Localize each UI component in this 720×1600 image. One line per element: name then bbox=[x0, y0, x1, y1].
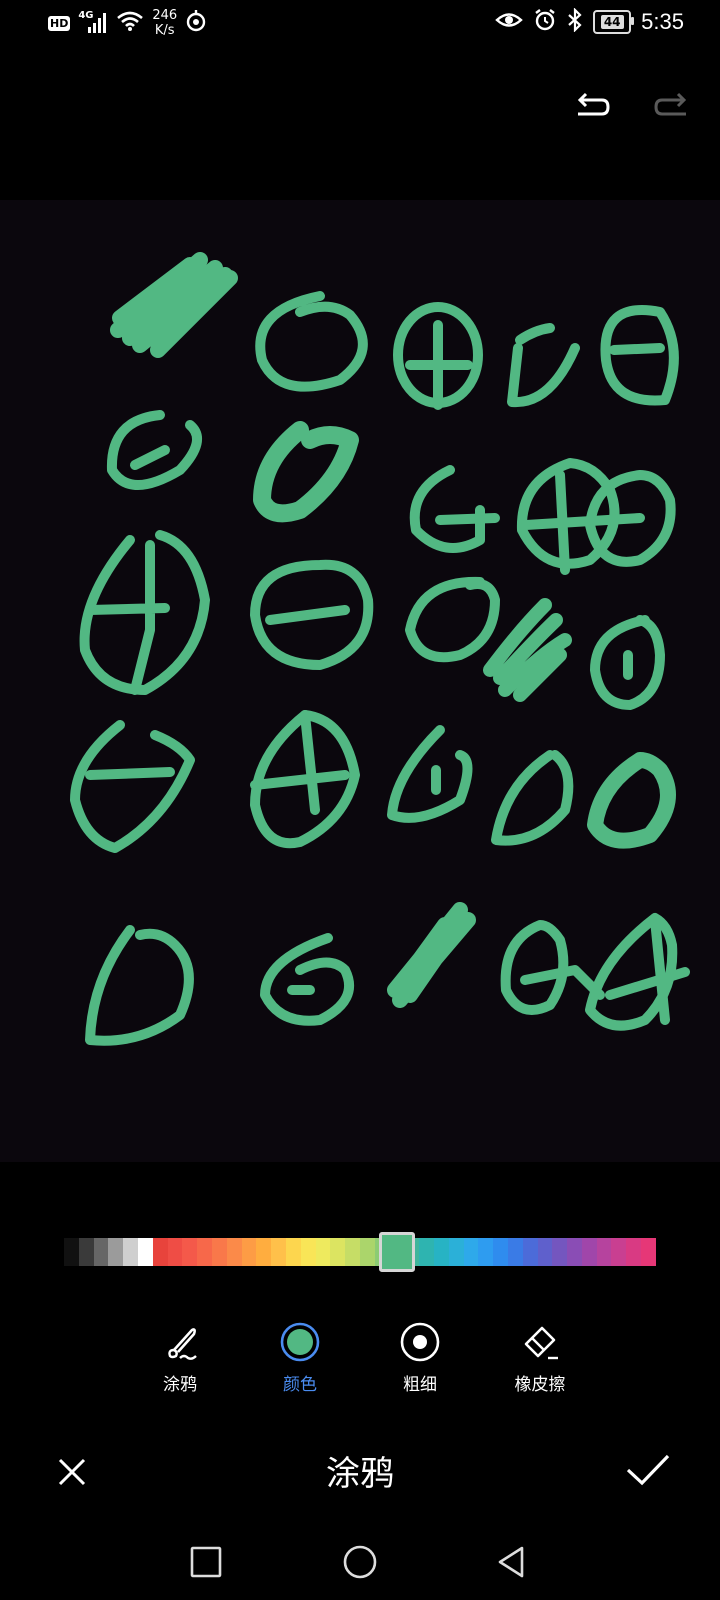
thickness-icon bbox=[400, 1322, 440, 1362]
color-swatch[interactable] bbox=[507, 1238, 523, 1266]
tool-eraser-label: 橡皮擦 bbox=[514, 1375, 566, 1395]
tool-doodle[interactable]: 涂鸦 bbox=[135, 1320, 225, 1395]
color-swatch[interactable] bbox=[359, 1238, 375, 1266]
color-swatch[interactable] bbox=[167, 1238, 183, 1266]
clock: 5:35 bbox=[641, 9, 684, 34]
color-swatch[interactable] bbox=[448, 1238, 464, 1266]
color-swatch[interactable] bbox=[315, 1238, 331, 1266]
color-swatch[interactable] bbox=[182, 1238, 198, 1266]
color-swatch[interactable] bbox=[567, 1238, 582, 1266]
eraser-icon bbox=[524, 1326, 558, 1360]
net-speed-unit: K/s bbox=[154, 23, 175, 38]
palette-selector[interactable] bbox=[379, 1232, 415, 1272]
hotspot-icon bbox=[185, 10, 207, 36]
check-icon bbox=[626, 1454, 670, 1486]
hd-badge: HD bbox=[48, 15, 71, 31]
color-swatch[interactable] bbox=[330, 1238, 346, 1266]
doodle-strokes bbox=[70, 252, 690, 1046]
status-bar: HD 4G 246 K/s 44 5:35 bbox=[0, 0, 720, 50]
redo-icon bbox=[654, 92, 687, 116]
eye-icon bbox=[495, 9, 523, 35]
status-left: HD 4G 246 K/s bbox=[48, 8, 207, 38]
color-swatch[interactable] bbox=[641, 1238, 656, 1266]
tool-color-label: 颜色 bbox=[283, 1375, 317, 1395]
color-swatch[interactable] bbox=[93, 1238, 109, 1266]
back-button[interactable] bbox=[492, 1542, 532, 1582]
tool-doodle-label: 涂鸦 bbox=[163, 1375, 197, 1395]
color-palette[interactable] bbox=[64, 1238, 656, 1266]
home-button[interactable] bbox=[340, 1542, 380, 1582]
redo-button[interactable] bbox=[652, 86, 692, 126]
color-swatch[interactable] bbox=[152, 1238, 168, 1266]
color-swatch[interactable] bbox=[64, 1238, 79, 1266]
color-swatch[interactable] bbox=[596, 1238, 612, 1266]
color-swatch[interactable] bbox=[256, 1238, 272, 1266]
undo-icon bbox=[577, 92, 610, 116]
color-swatch[interactable] bbox=[611, 1238, 627, 1266]
color-swatch[interactable] bbox=[300, 1238, 316, 1266]
home-icon bbox=[343, 1545, 377, 1579]
wifi-icon bbox=[116, 10, 144, 36]
color-swatch[interactable] bbox=[137, 1238, 153, 1266]
alarm-icon bbox=[533, 8, 557, 36]
color-swatch[interactable] bbox=[211, 1238, 227, 1266]
net-speed: 246 K/s bbox=[152, 8, 177, 38]
color-swatch[interactable] bbox=[241, 1238, 257, 1266]
tool-eraser[interactable]: 橡皮擦 bbox=[495, 1320, 585, 1395]
color-swatch[interactable] bbox=[123, 1238, 138, 1266]
net-speed-value: 246 bbox=[152, 8, 178, 23]
bluetooth-icon bbox=[567, 7, 583, 36]
recent-apps-icon bbox=[190, 1546, 222, 1578]
tool-color[interactable]: 颜色 bbox=[255, 1320, 345, 1395]
confirm-button[interactable] bbox=[624, 1450, 672, 1490]
recent-apps-button[interactable] bbox=[186, 1542, 226, 1582]
drawing-canvas[interactable] bbox=[0, 200, 720, 1162]
tool-row: 涂鸦 颜色 粗细 橡皮擦 bbox=[0, 1320, 720, 1400]
color-swatch[interactable] bbox=[552, 1238, 568, 1266]
color-swatch[interactable] bbox=[345, 1238, 360, 1266]
color-swatch[interactable] bbox=[493, 1238, 508, 1266]
battery-icon: 44 bbox=[593, 10, 635, 34]
color-swatch[interactable] bbox=[626, 1238, 642, 1266]
bottom-action-bar: 涂鸦 bbox=[0, 1440, 720, 1500]
tool-thickness[interactable]: 粗细 bbox=[375, 1320, 465, 1395]
color-swatch[interactable] bbox=[537, 1238, 553, 1266]
color-swatch[interactable] bbox=[419, 1238, 434, 1266]
color-icon bbox=[280, 1322, 320, 1362]
color-swatch[interactable] bbox=[463, 1238, 479, 1266]
brush-icon bbox=[168, 1328, 197, 1360]
color-swatch[interactable] bbox=[108, 1238, 124, 1266]
color-swatch[interactable] bbox=[522, 1238, 538, 1266]
system-nav-bar bbox=[0, 1530, 720, 1590]
color-swatch[interactable] bbox=[78, 1238, 94, 1266]
color-swatch[interactable] bbox=[197, 1238, 212, 1266]
undo-button[interactable] bbox=[572, 86, 612, 126]
color-swatch[interactable] bbox=[285, 1238, 301, 1266]
signal-icon: 4G bbox=[78, 10, 108, 34]
battery-level: 44 bbox=[600, 15, 624, 29]
color-swatch[interactable] bbox=[226, 1238, 242, 1266]
color-swatch[interactable] bbox=[271, 1238, 286, 1266]
status-right: 44 5:35 bbox=[495, 7, 684, 36]
back-icon bbox=[498, 1546, 524, 1578]
color-swatch[interactable] bbox=[581, 1238, 597, 1266]
page-title: 涂鸦 bbox=[326, 1454, 394, 1494]
tool-thickness-label: 粗细 bbox=[403, 1375, 437, 1395]
color-swatch[interactable] bbox=[433, 1238, 449, 1266]
color-swatch[interactable] bbox=[478, 1238, 494, 1266]
